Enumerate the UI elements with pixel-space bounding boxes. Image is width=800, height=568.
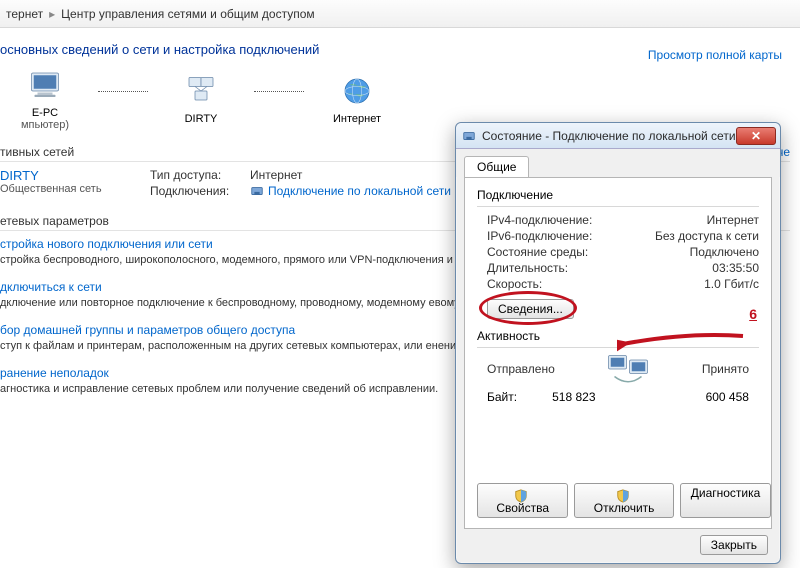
disable-button[interactable]: Отключить	[574, 483, 673, 518]
connector-line	[254, 91, 304, 92]
bytes-label: Байт:	[487, 390, 517, 404]
received-label: Принято	[702, 362, 749, 376]
duration-label: Длительность:	[487, 261, 568, 275]
view-full-map-link[interactable]: Просмотр полной карты	[648, 48, 782, 62]
node-label: Интернет	[333, 113, 381, 125]
breadcrumb-segment[interactable]: Центр управления сетями и общим доступом	[61, 7, 315, 21]
group-connection: Подключение	[477, 188, 759, 202]
ipv6-label: IPv6-подключение:	[487, 229, 592, 243]
globe-icon	[339, 73, 375, 109]
chevron-right-icon: ▸	[49, 7, 55, 21]
node-sublabel: мпьютер)	[21, 119, 69, 131]
separator	[477, 347, 759, 348]
tabstrip: Общие	[456, 149, 780, 177]
status-dialog: Состояние - Подключение по локальной сет…	[455, 122, 781, 564]
diagnose-button[interactable]: Диагностика	[680, 483, 771, 518]
tab-body: Подключение IPv4-подключение: Интернет IP…	[464, 177, 772, 529]
bytes-sent-value: 518 823	[552, 390, 595, 404]
node-this-pc: E-PCмпьютер)	[0, 67, 90, 131]
media-state-value: Подключено	[690, 245, 759, 259]
annotation-number: 6	[749, 306, 757, 322]
duration-value: 03:35:50	[712, 261, 759, 275]
dialog-title: Состояние - Подключение по локальной сет…	[482, 129, 736, 143]
media-state-label: Состояние среды:	[487, 245, 588, 259]
shield-icon	[514, 489, 528, 503]
ethernet-icon	[462, 129, 476, 143]
node-router: DIRTY	[156, 73, 246, 125]
close-button[interactable]: ✕	[736, 127, 776, 145]
bytes-received-value: 600 458	[706, 390, 749, 404]
sent-label: Отправлено	[487, 362, 555, 376]
group-activity: Активность Отправлено Принято Байт:	[477, 329, 759, 404]
properties-button[interactable]: Свойства	[477, 483, 568, 518]
dialog-titlebar[interactable]: Состояние - Подключение по локальной сет…	[456, 123, 780, 149]
shield-icon	[616, 489, 630, 503]
ipv4-label: IPv4-подключение:	[487, 213, 592, 227]
ipv6-value: Без доступа к сети	[655, 229, 759, 243]
details-button[interactable]: Сведения...	[487, 299, 574, 319]
close-dialog-button[interactable]: Закрыть	[700, 535, 768, 555]
computer-icon	[27, 67, 63, 103]
ipv4-value: Интернет	[707, 213, 759, 227]
activity-monitors-icon	[604, 354, 652, 384]
close-icon: ✕	[751, 129, 761, 143]
node-label: DIRTY	[185, 113, 218, 125]
section-title-active-networks: тивных сетей	[0, 145, 74, 159]
group-activity-title: Активность	[477, 329, 759, 343]
access-type-label: Тип доступа:	[150, 168, 250, 182]
access-type-value: Интернет	[250, 168, 302, 182]
connections-label: Подключения:	[150, 184, 250, 198]
node-internet: Интернет	[312, 73, 402, 125]
tab-general[interactable]: Общие	[464, 156, 529, 178]
lan-connection-link[interactable]: Подключение по локальной сети	[268, 184, 451, 198]
network-type: Общественная сеть	[0, 183, 150, 195]
network-name[interactable]: DIRTY	[0, 168, 150, 183]
network-icon	[183, 73, 219, 109]
node-label: E-PC	[32, 107, 58, 119]
speed-label: Скорость:	[487, 277, 542, 291]
speed-value: 1.0 Гбит/с	[704, 277, 759, 291]
separator	[477, 206, 759, 207]
ethernet-icon	[250, 184, 264, 198]
breadcrumb-segment[interactable]: тернет	[6, 7, 43, 21]
connector-line	[98, 91, 148, 92]
breadcrumb: тернет ▸ Центр управления сетями и общим…	[0, 0, 800, 28]
